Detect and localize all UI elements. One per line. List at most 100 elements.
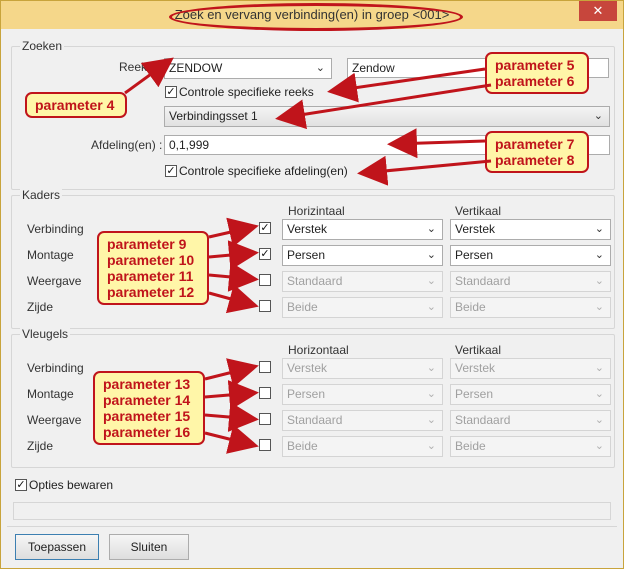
verbindingsset-value: Verbindingsset 1 [169, 109, 258, 123]
callout-text: parameter 14 [103, 392, 191, 408]
select-value: Persen [287, 248, 326, 262]
callout-text: parameter 8 [495, 152, 575, 168]
kaders-zijde-v-select: Beide ⌄ [450, 297, 611, 318]
vleugels-col-horizontaal: Horizontaal [288, 343, 349, 357]
callout-text: parameter 13 [103, 376, 191, 392]
chevron-down-icon: ⌄ [426, 275, 436, 287]
vleugels-verbinding-checkbox[interactable] [259, 361, 271, 373]
select-value: Verstek [287, 222, 328, 236]
callout-text: parameter 10 [107, 252, 195, 268]
kaders-montage-v-select[interactable]: Persen ⌄ [450, 245, 611, 266]
controle-reeks-label[interactable]: Controle specifieke reeks [179, 85, 314, 99]
chevron-down-icon: ⌄ [594, 440, 604, 452]
vleugels-verbinding-v-select: Verstek ⌄ [450, 358, 611, 379]
callout-parameter-4: parameter 4 [25, 92, 127, 118]
select-value: Persen [455, 248, 494, 262]
controle-afdeling-checkbox[interactable]: ✓ [165, 165, 177, 177]
chevron-down-icon: ⌄ [594, 249, 604, 261]
chevron-down-icon: ⌄ [594, 388, 604, 400]
kaders-verbinding-v-select[interactable]: Verstek ⌄ [450, 219, 611, 240]
kaders-verbinding-h-select[interactable]: Verstek ⌄ [282, 219, 443, 240]
select-value: Verstek [455, 222, 496, 236]
reeks-select[interactable]: ZENDOW ⌄ [164, 58, 332, 79]
callout-parameter-13-16: parameter 13 parameter 14 parameter 15 p… [93, 371, 205, 445]
kaders-row-label: Montage [27, 248, 74, 262]
callout-text: parameter 6 [495, 73, 575, 89]
controle-afdeling-label[interactable]: Controle specifieke afdeling(en) [179, 164, 348, 178]
title-bar[interactable]: Zoek en vervang verbinding(en) in groep … [1, 1, 623, 31]
chevron-down-icon: ⌄ [426, 362, 436, 374]
kaders-zijde-checkbox[interactable] [259, 300, 271, 312]
close-button[interactable]: Sluiten [109, 534, 189, 560]
opties-bewaren-label[interactable]: Opties bewaren [29, 478, 113, 492]
chevron-down-icon: ⌄ [426, 223, 436, 235]
chevron-down-icon: ⌄ [315, 62, 325, 74]
kaders-col-vertikaal: Vertikaal [455, 204, 502, 218]
chevron-down-icon: ⌄ [426, 301, 436, 313]
callout-text: parameter 4 [35, 97, 115, 113]
chevron-down-icon: ⌄ [594, 414, 604, 426]
kaders-col-horizontaal: Horizintaal [288, 204, 345, 218]
select-value: Standaard [287, 274, 343, 288]
vleugels-legend: Vleugels [20, 327, 71, 341]
dialog-window: Zoek en vervang verbinding(en) in groep … [0, 0, 624, 569]
vleugels-weergave-checkbox[interactable] [259, 413, 271, 425]
vleugels-montage-checkbox[interactable] [259, 387, 271, 399]
callout-text: parameter 9 [107, 236, 187, 252]
select-value: Persen [287, 387, 326, 401]
callout-text: parameter 12 [107, 284, 195, 300]
kaders-row-label: Verbinding [27, 222, 84, 236]
chevron-down-icon: ⌄ [594, 362, 604, 374]
separator [7, 526, 617, 527]
select-value: Beide [455, 300, 486, 314]
select-value: Standaard [455, 274, 511, 288]
title-highlight-oval [169, 3, 463, 31]
vleugels-row-label: Zijde [27, 439, 54, 453]
afdeling-label: Afdeling(en) : [91, 138, 163, 152]
kaders-row-label: Zijde [27, 300, 54, 314]
select-value: Standaard [455, 413, 511, 427]
chevron-down-icon: ⌄ [594, 301, 604, 313]
kaders-zijde-h-select: Beide ⌄ [282, 297, 443, 318]
chevron-down-icon: ⌄ [426, 440, 436, 452]
reeks-select-value: ZENDOW [169, 61, 223, 75]
select-value: Beide [287, 300, 318, 314]
apply-button[interactable]: Toepassen [15, 534, 99, 560]
zoeken-legend: Zoeken [20, 39, 65, 53]
callout-text: parameter 11 [107, 268, 194, 284]
select-value: Beide [455, 439, 486, 453]
vleugels-zijde-v-select: Beide ⌄ [450, 436, 611, 457]
callout-text: parameter 15 [103, 408, 191, 424]
chevron-down-icon: ⌄ [593, 110, 603, 122]
opties-bewaren-checkbox[interactable]: ✓ [15, 479, 27, 491]
kaders-weergave-v-select: Standaard ⌄ [450, 271, 611, 292]
chevron-down-icon: ⌄ [426, 388, 436, 400]
close-window-button[interactable]: ✕ [579, 1, 617, 21]
select-value: Persen [455, 387, 494, 401]
callout-parameter-7-8: parameter 7 parameter 8 [485, 131, 589, 173]
vleugels-zijde-checkbox[interactable] [259, 439, 271, 451]
chevron-down-icon: ⌄ [426, 249, 436, 261]
vleugels-row-label: Montage [27, 387, 74, 401]
kaders-verbinding-checkbox[interactable]: ✓ [259, 222, 271, 234]
chevron-down-icon: ⌄ [594, 275, 604, 287]
reeks-label: Reeks : [119, 60, 160, 74]
vleugels-verbinding-h-select: Verstek ⌄ [282, 358, 443, 379]
vleugels-row-label: Weergave [27, 413, 82, 427]
chevron-down-icon: ⌄ [594, 223, 604, 235]
kaders-weergave-h-select: Standaard ⌄ [282, 271, 443, 292]
kaders-montage-h-select[interactable]: Persen ⌄ [282, 245, 443, 266]
vleugels-weergave-h-select: Standaard ⌄ [282, 410, 443, 431]
callout-parameter-9-12: parameter 9 parameter 10 parameter 11 pa… [97, 231, 209, 305]
kaders-weergave-checkbox[interactable] [259, 274, 271, 286]
kaders-montage-checkbox[interactable]: ✓ [259, 248, 271, 260]
vleugels-row-label: Verbinding [27, 361, 84, 375]
chevron-down-icon: ⌄ [426, 414, 436, 426]
controle-reeks-checkbox[interactable]: ✓ [165, 86, 177, 98]
callout-text: parameter 5 [495, 57, 575, 73]
vleugels-montage-v-select: Persen ⌄ [450, 384, 611, 405]
vleugels-zijde-h-select: Beide ⌄ [282, 436, 443, 457]
verbindingsset-select[interactable]: Verbindingsset 1 ⌄ [164, 106, 610, 127]
vleugels-col-vertikaal: Vertikaal [455, 343, 502, 357]
select-value: Verstek [455, 361, 496, 375]
